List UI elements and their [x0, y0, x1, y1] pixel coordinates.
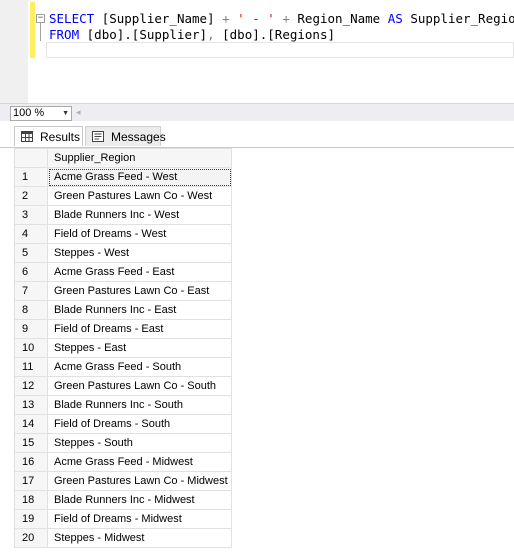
- row-number[interactable]: 18: [14, 490, 48, 510]
- row-number[interactable]: 7: [14, 281, 48, 301]
- row-number[interactable]: 12: [14, 376, 48, 396]
- zoom-dropdown[interactable]: 100 % ▼: [10, 106, 72, 121]
- table-row[interactable]: 7 Green Pastures Lawn Co - East: [14, 281, 232, 301]
- sql-operator: +: [222, 11, 230, 26]
- row-number[interactable]: 5: [14, 243, 48, 263]
- row-number[interactable]: 4: [14, 224, 48, 244]
- supplier-region-cell[interactable]: Blade Runners Inc - South: [47, 395, 232, 415]
- sql-keyword-select: SELECT: [49, 11, 95, 26]
- results-grid[interactable]: Supplier_Region 1 Acme Grass Feed - West 2…: [14, 148, 514, 560]
- supplier-region-cell[interactable]: Green Pastures Lawn Co - West: [47, 186, 232, 206]
- table-row[interactable]: 20 Steppes - Midwest: [14, 528, 232, 548]
- table-row[interactable]: 18 Blade Runners Inc - Midwest: [14, 490, 232, 510]
- supplier-region-cell[interactable]: Steppes - East: [47, 338, 232, 358]
- supplier-region-cell[interactable]: Green Pastures Lawn Co - Midwest: [47, 471, 232, 491]
- row-number[interactable]: 6: [14, 262, 48, 282]
- table-row[interactable]: 1 Acme Grass Feed - West: [14, 167, 232, 187]
- row-number-header[interactable]: [14, 148, 48, 168]
- sql-alias: Supplier_Region: [410, 11, 514, 26]
- row-number[interactable]: 14: [14, 414, 48, 434]
- table-row[interactable]: 9 Field of Dreams - East: [14, 319, 232, 339]
- sql-string-literal: ' - ': [237, 11, 275, 26]
- supplier-region-cell[interactable]: Acme Grass Feed - Midwest: [47, 452, 232, 472]
- zoom-bar: 100 % ▼ ◂: [0, 103, 514, 122]
- row-number[interactable]: 10: [14, 338, 48, 358]
- table-row[interactable]: 15 Steppes - South: [14, 433, 232, 453]
- chevron-down-icon[interactable]: ▼: [62, 107, 69, 120]
- supplier-region-cell[interactable]: Green Pastures Lawn Co - East: [47, 281, 232, 301]
- sql-keyword-from: FROM: [49, 27, 80, 42]
- table-row[interactable]: 14 Field of Dreams - South: [14, 414, 232, 434]
- supplier-region-cell[interactable]: Steppes - South: [47, 433, 232, 453]
- supplier-region-cell[interactable]: Blade Runners Inc - Midwest: [47, 490, 232, 510]
- header-row: Supplier_Region: [14, 148, 232, 168]
- supplier-region-cell[interactable]: Blade Runners Inc - East: [47, 300, 232, 320]
- supplier-region-cell[interactable]: Green Pastures Lawn Co - South: [47, 376, 232, 396]
- row-number[interactable]: 3: [14, 205, 48, 225]
- supplier-region-cell[interactable]: Blade Runners Inc - West: [47, 205, 232, 225]
- collapse-icon[interactable]: −: [36, 14, 45, 23]
- row-number[interactable]: 17: [14, 471, 48, 491]
- supplier-region-cell[interactable]: Steppes - Midwest: [47, 528, 232, 548]
- supplier-region-cell[interactable]: Field of Dreams - South: [47, 414, 232, 434]
- supplier-region-cell[interactable]: Acme Grass Feed - South: [47, 357, 232, 377]
- sql-line-2[interactable]: FROM [dbo].[Supplier], [dbo].[Regions]: [49, 26, 335, 44]
- tab-messages[interactable]: Messages: [85, 126, 166, 146]
- row-number[interactable]: 19: [14, 509, 48, 529]
- supplier-region-cell[interactable]: Steppes - West: [47, 243, 232, 263]
- table-row[interactable]: 11 Acme Grass Feed - South: [14, 357, 232, 377]
- supplier-region-cell[interactable]: Field of Dreams - West: [47, 224, 232, 244]
- supplier-region-cell[interactable]: Field of Dreams - Midwest: [47, 509, 232, 529]
- row-number[interactable]: 2: [14, 186, 48, 206]
- row-number[interactable]: 8: [14, 300, 48, 320]
- row-number[interactable]: 9: [14, 319, 48, 339]
- sql-table-regions: [dbo].[Regions]: [222, 27, 336, 42]
- table-row[interactable]: 4 Field of Dreams - West: [14, 224, 232, 244]
- table-row[interactable]: 5 Steppes - West: [14, 243, 232, 263]
- sql-comma: ,: [207, 27, 215, 42]
- table-row[interactable]: 13 Blade Runners Inc - South: [14, 395, 232, 415]
- table-row[interactable]: 6 Acme Grass Feed - East: [14, 262, 232, 282]
- table-row[interactable]: 17 Green Pastures Lawn Co - Midwest: [14, 471, 232, 491]
- supplier-region-cell[interactable]: Acme Grass Feed - East: [47, 262, 232, 282]
- column-header-supplier-region[interactable]: Supplier_Region: [47, 148, 232, 168]
- outline-fold-line: [40, 23, 41, 41]
- query-editor[interactable]: − SELECT [Supplier_Name] + ' - ' + Regio…: [0, 0, 514, 103]
- tab-results[interactable]: Results: [14, 126, 83, 146]
- table-row[interactable]: 8 Blade Runners Inc - East: [14, 300, 232, 320]
- sql-column-region-name: Region_Name: [297, 11, 381, 26]
- row-number[interactable]: 15: [14, 433, 48, 453]
- supplier-region-cell[interactable]: Field of Dreams - East: [47, 319, 232, 339]
- sql-operator: +: [282, 11, 290, 26]
- row-number[interactable]: 20: [14, 528, 48, 548]
- supplier-region-cell[interactable]: Acme Grass Feed - West: [47, 167, 232, 187]
- row-number[interactable]: 11: [14, 357, 48, 377]
- sql-column-supplier-name: [Supplier_Name]: [101, 11, 215, 26]
- scroll-left-icon[interactable]: ◂: [76, 107, 81, 118]
- table-row[interactable]: 3 Blade Runners Inc - West: [14, 205, 232, 225]
- result-tabs: Results Messages: [0, 121, 514, 148]
- results-table: Supplier_Region 1 Acme Grass Feed - West 2…: [14, 148, 232, 548]
- sql-keyword-as: AS: [387, 11, 403, 26]
- table-row[interactable]: 12 Green Pastures Lawn Co - South: [14, 376, 232, 396]
- sql-table-supplier: [dbo].[Supplier]: [86, 27, 208, 42]
- change-indicator-bar: [30, 2, 35, 58]
- tab-messages-label: Messages: [111, 130, 166, 144]
- row-number[interactable]: 1: [14, 167, 48, 187]
- zoom-value: 100 %: [13, 107, 45, 119]
- messages-icon: [92, 131, 104, 142]
- row-number[interactable]: 13: [14, 395, 48, 415]
- tab-results-label: Results: [40, 130, 81, 144]
- table-row[interactable]: 16 Acme Grass Feed - Midwest: [14, 452, 232, 472]
- grid-icon: [21, 131, 33, 142]
- row-number[interactable]: 16: [14, 452, 48, 472]
- editor-gutter: [0, 0, 28, 103]
- table-row[interactable]: 19 Field of Dreams - Midwest: [14, 509, 232, 529]
- table-row[interactable]: 10 Steppes - East: [14, 338, 232, 358]
- current-line-highlight: [46, 42, 514, 58]
- table-row[interactable]: 2 Green Pastures Lawn Co - West: [14, 186, 232, 206]
